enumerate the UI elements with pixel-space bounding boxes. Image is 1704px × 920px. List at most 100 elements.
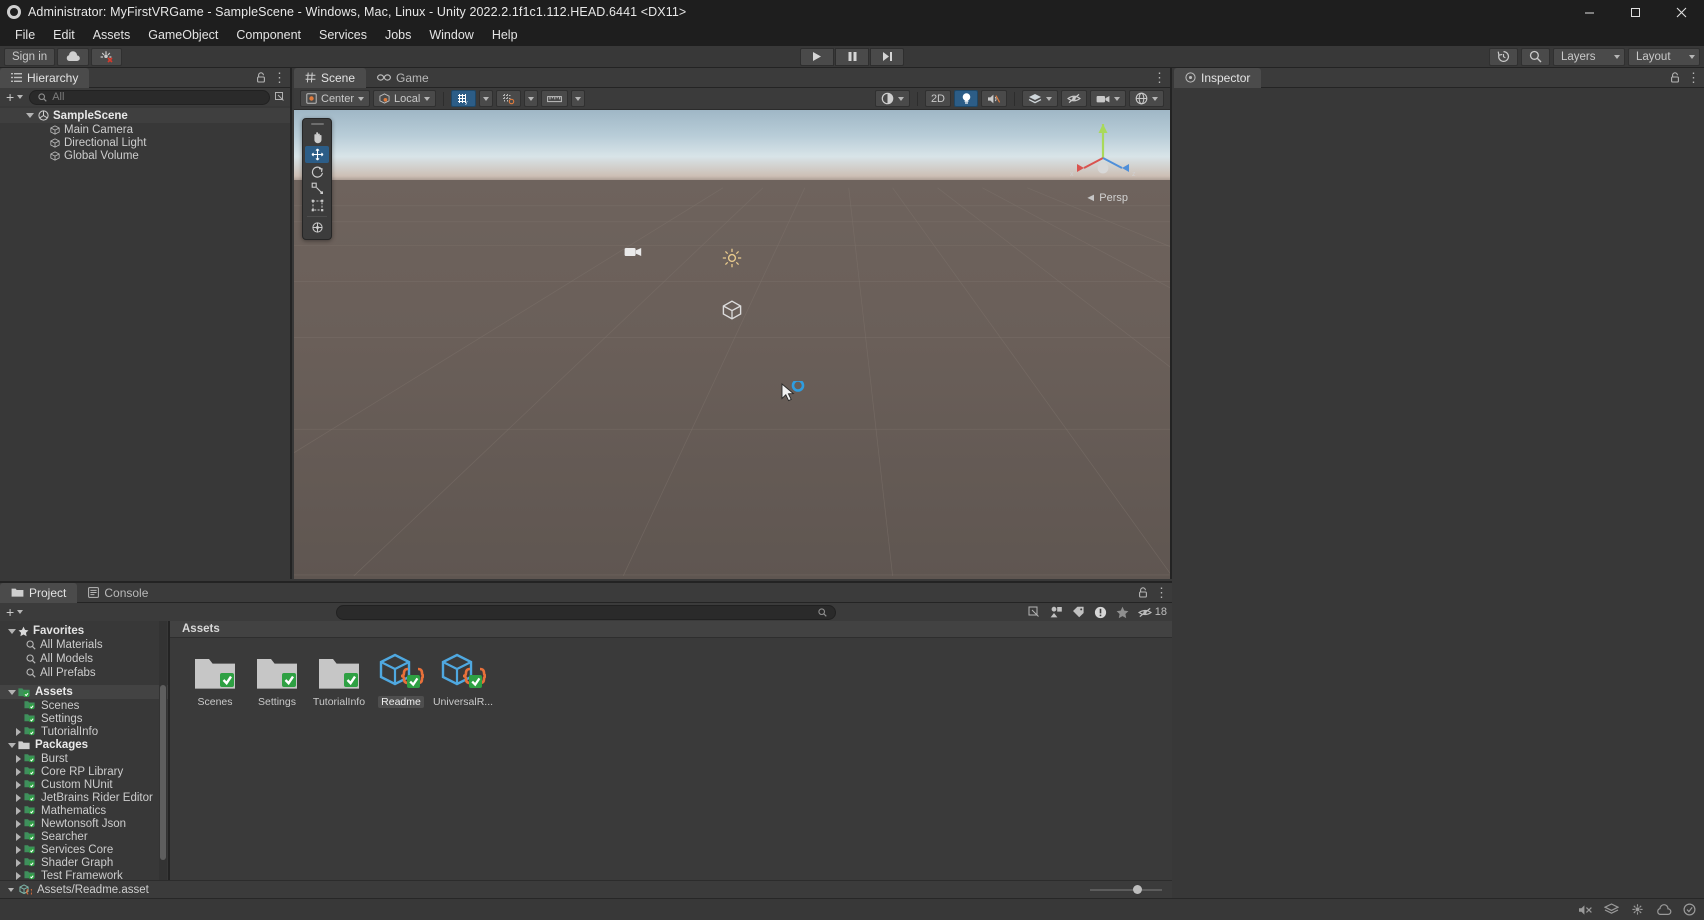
layers-status-icon[interactable] [1604, 903, 1619, 916]
sign-in-button[interactable]: Sign in [4, 47, 56, 66]
collab-status-icon[interactable] [1630, 903, 1645, 916]
hidden-objects-toggle[interactable] [1061, 90, 1087, 107]
project-tree-item-test-framework[interactable]: Test Framework [0, 869, 168, 880]
type-filter-icon[interactable] [1050, 606, 1063, 618]
menu-file[interactable]: File [6, 25, 44, 45]
project-tree-item-mathematics[interactable]: Mathematics [0, 804, 168, 817]
hierarchy-item-directional-light[interactable]: Directional Light [0, 136, 290, 149]
collapse-arrow-icon[interactable] [12, 767, 24, 776]
lock-icon[interactable] [1670, 72, 1680, 83]
search-icon[interactable] [1521, 47, 1550, 66]
tab-game[interactable]: Game [366, 68, 440, 88]
perspective-label[interactable]: ◄ Persp [1085, 192, 1128, 204]
scene-viewport[interactable]: x z ◄ Persp [294, 110, 1170, 579]
project-tree-item-assets[interactable]: Assets [0, 685, 168, 699]
project-tree-item-all-prefabs[interactable]: All Prefabs [0, 666, 168, 680]
project-tree-item-scenes[interactable]: Scenes [0, 699, 168, 712]
project-tree-item-custom-nunit[interactable]: Custom NUnit [0, 778, 168, 791]
rect-tool[interactable] [305, 197, 329, 214]
asset-item-universalrp[interactable]: UniversalR... [432, 652, 494, 708]
rotate-tool[interactable] [305, 163, 329, 180]
collapse-arrow-icon[interactable] [12, 858, 24, 867]
ruler-toggle[interactable] [541, 90, 569, 107]
tab-project[interactable]: Project [0, 582, 78, 603]
project-tree-item-searcher[interactable]: Searcher [0, 830, 168, 843]
effects-dropdown[interactable] [1022, 90, 1058, 107]
asset-zoom-slider[interactable] [1090, 885, 1162, 894]
progress-icon[interactable] [1683, 903, 1696, 916]
menu-gameobject[interactable]: GameObject [139, 25, 227, 45]
collapse-arrow-icon[interactable] [12, 832, 24, 841]
main-camera-gizmo[interactable] [624, 245, 642, 259]
cloud-icon[interactable] [57, 47, 90, 66]
project-add-button[interactable]: + [4, 604, 25, 620]
hierarchy-search-input[interactable]: All [29, 89, 270, 105]
menu-services[interactable]: Services [310, 25, 376, 45]
ruler-dropdown[interactable] [571, 90, 586, 107]
project-search-input[interactable] [336, 604, 836, 620]
menu-jobs[interactable]: Jobs [376, 25, 420, 45]
asset-item-settings[interactable]: Settings [246, 652, 308, 708]
palette-grip[interactable] [310, 123, 324, 125]
cloud-status-icon[interactable] [1656, 903, 1672, 916]
scale-tool[interactable] [305, 180, 329, 197]
asset-item-tutorialinfo[interactable]: TutorialInfo [308, 652, 370, 708]
snap-increment-toggle[interactable] [496, 90, 522, 107]
kebab-icon[interactable]: ⋮ [1155, 586, 1168, 599]
menu-window[interactable]: Window [420, 25, 482, 45]
project-tree-item-burst[interactable]: Burst [0, 752, 168, 765]
handle-space-dropdown[interactable]: Local [373, 90, 437, 107]
lock-icon[interactable] [1138, 587, 1148, 598]
kebab-icon[interactable]: ⋮ [1153, 71, 1166, 84]
project-tree-item-jetbrains-rider-editor[interactable]: JetBrains Rider Editor [0, 791, 168, 804]
kebab-icon[interactable]: ⋮ [273, 71, 286, 84]
project-tree-item-all-models[interactable]: All Models [0, 652, 168, 666]
hierarchy-overflow-icon[interactable] [274, 91, 286, 103]
pause-button[interactable] [835, 47, 869, 66]
play-button[interactable] [800, 47, 834, 66]
project-tree-item-services-core[interactable]: Services Core [0, 843, 168, 856]
hierarchy-item-main-camera[interactable]: Main Camera [0, 123, 290, 136]
collapse-arrow-icon[interactable] [12, 780, 24, 789]
asset-item-readme[interactable]: Readme [370, 652, 432, 708]
undo-history-icon[interactable] [1489, 47, 1518, 66]
asset-item-scenes[interactable]: Scenes [184, 652, 246, 708]
collapse-arrow-icon[interactable] [12, 819, 24, 828]
project-tree-item-shader-graph[interactable]: Shader Graph [0, 856, 168, 869]
layout-dropdown[interactable]: Layout [1628, 47, 1700, 66]
project-tree-item-packages[interactable]: Packages [0, 738, 168, 752]
project-tree-item-newtonsoft-json[interactable]: Newtonsoft Json [0, 817, 168, 830]
lock-icon[interactable] [256, 72, 266, 83]
move-tool[interactable] [305, 146, 329, 163]
menu-assets[interactable]: Assets [84, 25, 140, 45]
expand-arrow-icon[interactable] [6, 689, 18, 695]
close-button[interactable] [1658, 0, 1704, 24]
kebab-icon[interactable]: ⋮ [1687, 71, 1700, 84]
audio-toggle[interactable] [981, 90, 1007, 107]
grid-snap-dropdown[interactable] [479, 90, 494, 107]
project-tree-item-tutorialinfo[interactable]: TutorialInfo [0, 725, 168, 738]
project-tree-item-all-materials[interactable]: All Materials [0, 638, 168, 652]
tab-inspector[interactable]: Inspector [1174, 67, 1262, 88]
menu-help[interactable]: Help [483, 25, 527, 45]
collab-error-icon[interactable] [91, 47, 123, 66]
expand-arrow-icon[interactable] [6, 628, 18, 634]
mute-audio-icon[interactable] [1578, 904, 1593, 916]
label-filter-icon[interactable] [1072, 606, 1085, 618]
menu-component[interactable]: Component [227, 25, 310, 45]
tab-scene[interactable]: Scene [294, 67, 367, 88]
project-tree-item-favorites[interactable]: Favorites [0, 624, 168, 638]
collapse-arrow-icon[interactable] [12, 806, 24, 815]
collapse-arrow-icon[interactable] [12, 727, 24, 736]
favorite-filter-icon[interactable] [1116, 606, 1129, 619]
lighting-toggle[interactable] [954, 90, 978, 107]
scene-camera-dropdown[interactable] [1090, 90, 1126, 107]
tab-hierarchy[interactable]: Hierarchy [0, 67, 90, 88]
layers-dropdown[interactable]: Layers [1553, 47, 1625, 66]
project-tree-item-settings[interactable]: Settings [0, 712, 168, 725]
maximize-button[interactable] [1612, 0, 1658, 24]
hierarchy-add-button[interactable]: + [4, 89, 25, 105]
hierarchy-item-global-volume[interactable]: Global Volume [0, 149, 290, 162]
tab-console[interactable]: Console [77, 583, 159, 603]
menu-edit[interactable]: Edit [44, 25, 84, 45]
